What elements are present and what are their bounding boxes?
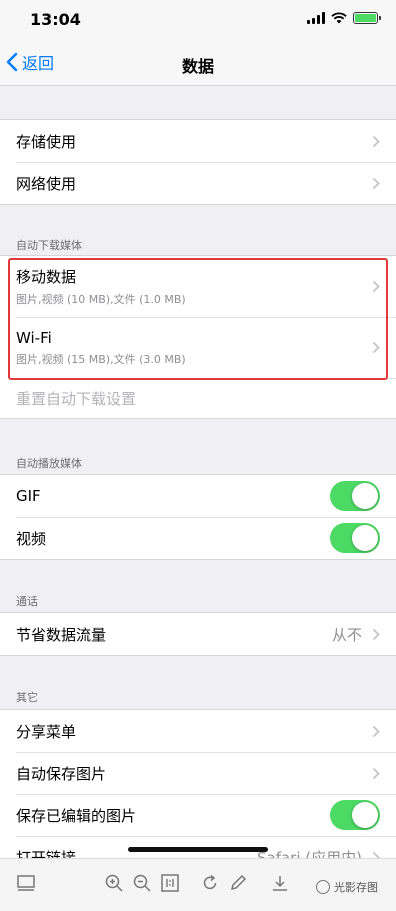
- rotate-icon[interactable]: [200, 873, 220, 893]
- chevron-right-icon: [372, 725, 380, 737]
- gif-row: GIF: [0, 475, 396, 517]
- video-toggle[interactable]: [330, 523, 380, 553]
- video-row: 视频: [0, 517, 396, 559]
- status-time: 13:04: [30, 10, 81, 29]
- wifi-label: Wi-Fi: [16, 328, 52, 347]
- save-edited-toggle[interactable]: [330, 800, 380, 830]
- thumbnail-icon[interactable]: [16, 873, 36, 893]
- usage-group: 存储使用 网络使用: [0, 119, 396, 205]
- save-data-label: 节省数据流量: [16, 625, 107, 644]
- auto-download-header: 自动下载媒体: [16, 239, 82, 252]
- storage-usage-label: 存储使用: [16, 132, 77, 151]
- auto-save-row[interactable]: 自动保存图片: [0, 752, 396, 794]
- gif-toggle[interactable]: [330, 481, 380, 511]
- gif-label: GIF: [16, 487, 41, 505]
- save-edited-row: 保存已编辑的图片: [0, 794, 396, 836]
- zoom-out-icon[interactable]: [132, 873, 152, 893]
- calls-header: 通话: [16, 595, 38, 608]
- auto-download-group: 移动数据 图片,视频 (10 MB),文件 (1.0 MB) Wi-Fi 图片,…: [0, 255, 396, 419]
- reset-auto-download-row[interactable]: 重置自动下载设置: [0, 378, 396, 418]
- save-data-value: 从不: [331, 625, 362, 644]
- network-usage-row[interactable]: 网络使用: [0, 162, 396, 204]
- actual-size-icon[interactable]: [160, 873, 180, 893]
- other-header: 其它: [16, 691, 38, 704]
- zoom-in-icon[interactable]: [104, 873, 124, 893]
- autoplay-group: GIF 视频: [0, 474, 396, 560]
- save-edited-label: 保存已编辑的图片: [16, 806, 137, 825]
- watermark: 光影存图: [316, 879, 378, 895]
- status-bar: 13:04: [0, 0, 396, 40]
- share-menu-label: 分享菜单: [16, 722, 77, 741]
- navigation-bar: 返回 数据: [0, 40, 396, 86]
- auto-save-label: 自动保存图片: [16, 764, 107, 783]
- storage-usage-row[interactable]: 存储使用: [0, 120, 396, 162]
- save-data-row[interactable]: 节省数据流量 从不: [0, 613, 396, 655]
- wifi-row[interactable]: Wi-Fi 图片,视频 (15 MB),文件 (3.0 MB): [0, 317, 396, 378]
- wifi-detail: 图片,视频 (15 MB),文件 (3.0 MB): [16, 352, 186, 366]
- mobile-data-row[interactable]: 移动数据 图片,视频 (10 MB),文件 (1.0 MB): [0, 256, 396, 317]
- download-icon[interactable]: [270, 873, 290, 893]
- other-group: 分享菜单 自动保存图片 保存已编辑的图片 打开链接 Safari (应用内): [0, 709, 396, 879]
- status-icons: [307, 12, 381, 24]
- home-indicator: [128, 847, 268, 852]
- wifi-icon: [331, 12, 347, 24]
- calls-group: 节省数据流量 从不: [0, 612, 396, 656]
- viewer-toolbar: 光影存图: [0, 858, 396, 911]
- page-title: 数据: [181, 57, 214, 76]
- chevron-right-icon: [372, 628, 380, 640]
- edit-pencil-icon[interactable]: [228, 873, 248, 893]
- share-menu-row[interactable]: 分享菜单: [0, 710, 396, 752]
- chevron-right-icon: [372, 177, 380, 189]
- battery-icon: [353, 12, 381, 24]
- cellular-signal-icon: [307, 12, 325, 24]
- video-label: 视频: [16, 529, 47, 548]
- network-usage-label: 网络使用: [16, 174, 77, 193]
- chevron-right-icon: [372, 135, 380, 147]
- watermark-text: 光影存图: [334, 881, 378, 894]
- mobile-data-label: 移动数据: [16, 268, 77, 286]
- autoplay-header: 自动播放媒体: [16, 457, 82, 470]
- reset-auto-download-label: 重置自动下载设置: [16, 389, 137, 408]
- chevron-right-icon: [372, 341, 380, 354]
- chevron-right-icon: [372, 280, 380, 293]
- mobile-data-detail: 图片,视频 (10 MB),文件 (1.0 MB): [16, 293, 186, 306]
- watermark-logo-icon: [316, 880, 330, 894]
- chevron-right-icon: [372, 767, 380, 779]
